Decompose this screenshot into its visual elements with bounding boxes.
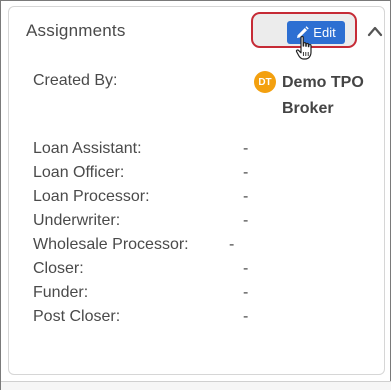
role-label: Underwriter:: [33, 212, 121, 229]
role-row-loan-assistant: Loan Assistant: -: [33, 140, 363, 162]
role-value: -: [229, 236, 235, 253]
role-value: -: [243, 308, 249, 325]
role-row-loan-officer: Loan Officer: -: [33, 164, 363, 186]
created-by-row: Created By: DT Demo TPO Broker: [9, 70, 384, 132]
panel-title: Assignments: [26, 21, 126, 40]
pencil-icon: [297, 26, 309, 38]
role-label: Wholesale Processor:: [33, 236, 189, 253]
role-value: -: [243, 260, 249, 277]
screenshot-frame: Assignments Edit Created By: DT Demo TPO…: [0, 0, 391, 390]
assignments-panel: Assignments Edit Created By: DT Demo TPO…: [8, 6, 385, 375]
role-label: Loan Assistant:: [33, 140, 142, 157]
role-value: -: [243, 188, 249, 205]
next-panel-edge: [1, 381, 391, 390]
role-row-underwriter: Underwriter: -: [33, 212, 363, 234]
role-row-wholesale-processor: Wholesale Processor: -: [33, 236, 363, 258]
creator-name[interactable]: Demo TPO Broker: [282, 70, 377, 122]
panel-header: Assignments Edit: [9, 7, 384, 60]
edit-button-label: Edit: [313, 25, 336, 40]
created-by-label: Created By:: [33, 72, 118, 89]
chevron-up-icon[interactable]: [367, 25, 383, 37]
role-row-loan-processor: Loan Processor: -: [33, 188, 363, 210]
role-label: Loan Officer:: [33, 164, 125, 181]
role-label: Post Closer:: [33, 308, 121, 325]
role-row-funder: Funder: -: [33, 284, 363, 306]
role-value: -: [243, 284, 249, 301]
role-row-post-closer: Post Closer: -: [33, 308, 363, 330]
role-value: -: [243, 212, 249, 229]
role-value: -: [243, 140, 249, 157]
role-label: Funder:: [33, 284, 89, 301]
role-value: -: [243, 164, 249, 181]
avatar: DT: [254, 71, 276, 93]
role-label: Closer:: [33, 260, 84, 277]
role-row-closer: Closer: -: [33, 260, 363, 282]
role-label: Loan Processor:: [33, 188, 150, 205]
edit-button[interactable]: Edit: [287, 21, 345, 44]
